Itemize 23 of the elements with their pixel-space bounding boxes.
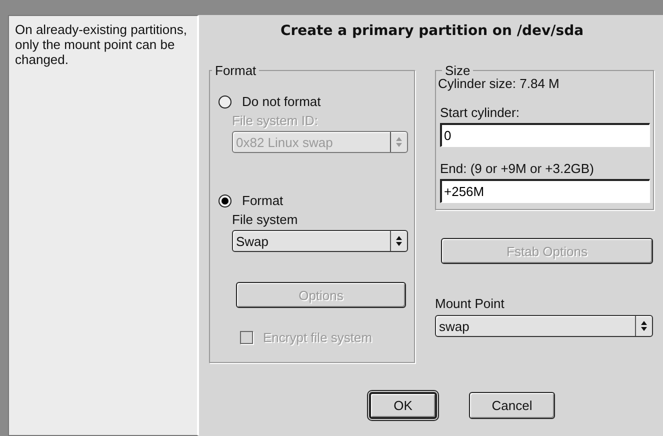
dialog-button[interactable]: Cancel [469, 392, 555, 419]
dropdown[interactable]: Swap [232, 230, 408, 252]
dialog-button[interactable]: OK [369, 392, 437, 419]
dialog-title: Create a primary partition on /dev/sda [279, 23, 585, 39]
help-text: On already-existing partitions, only the mount point can be changed. [15, 22, 187, 67]
radio-button[interactable] [218, 94, 232, 108]
cylinder-size-text: Cylinder size: 7.84 M [438, 76, 560, 91]
dropdown[interactable]: swap [435, 315, 653, 337]
input-field[interactable]: 0 [440, 123, 650, 147]
spinner-arrows-icon [395, 136, 403, 148]
spinner-arrows-icon [640, 320, 648, 332]
radio-label[interactable]: Format [242, 193, 284, 208]
field-label: File system [232, 212, 299, 227]
input-field[interactable]: +256M [440, 179, 650, 203]
group-legend: Format [212, 63, 260, 78]
group-legend: Size [442, 63, 474, 78]
spinner-arrows-icon [395, 235, 403, 247]
field-label: File system ID: [232, 113, 319, 128]
mount-point-label: Mount Point [435, 296, 506, 311]
radio-button[interactable] [218, 194, 232, 208]
field-label: Start cylinder: [440, 105, 520, 120]
radio-label[interactable]: Do not format [242, 94, 321, 109]
field-label: End: (9 or +9M or +3.2GB) [440, 161, 595, 176]
